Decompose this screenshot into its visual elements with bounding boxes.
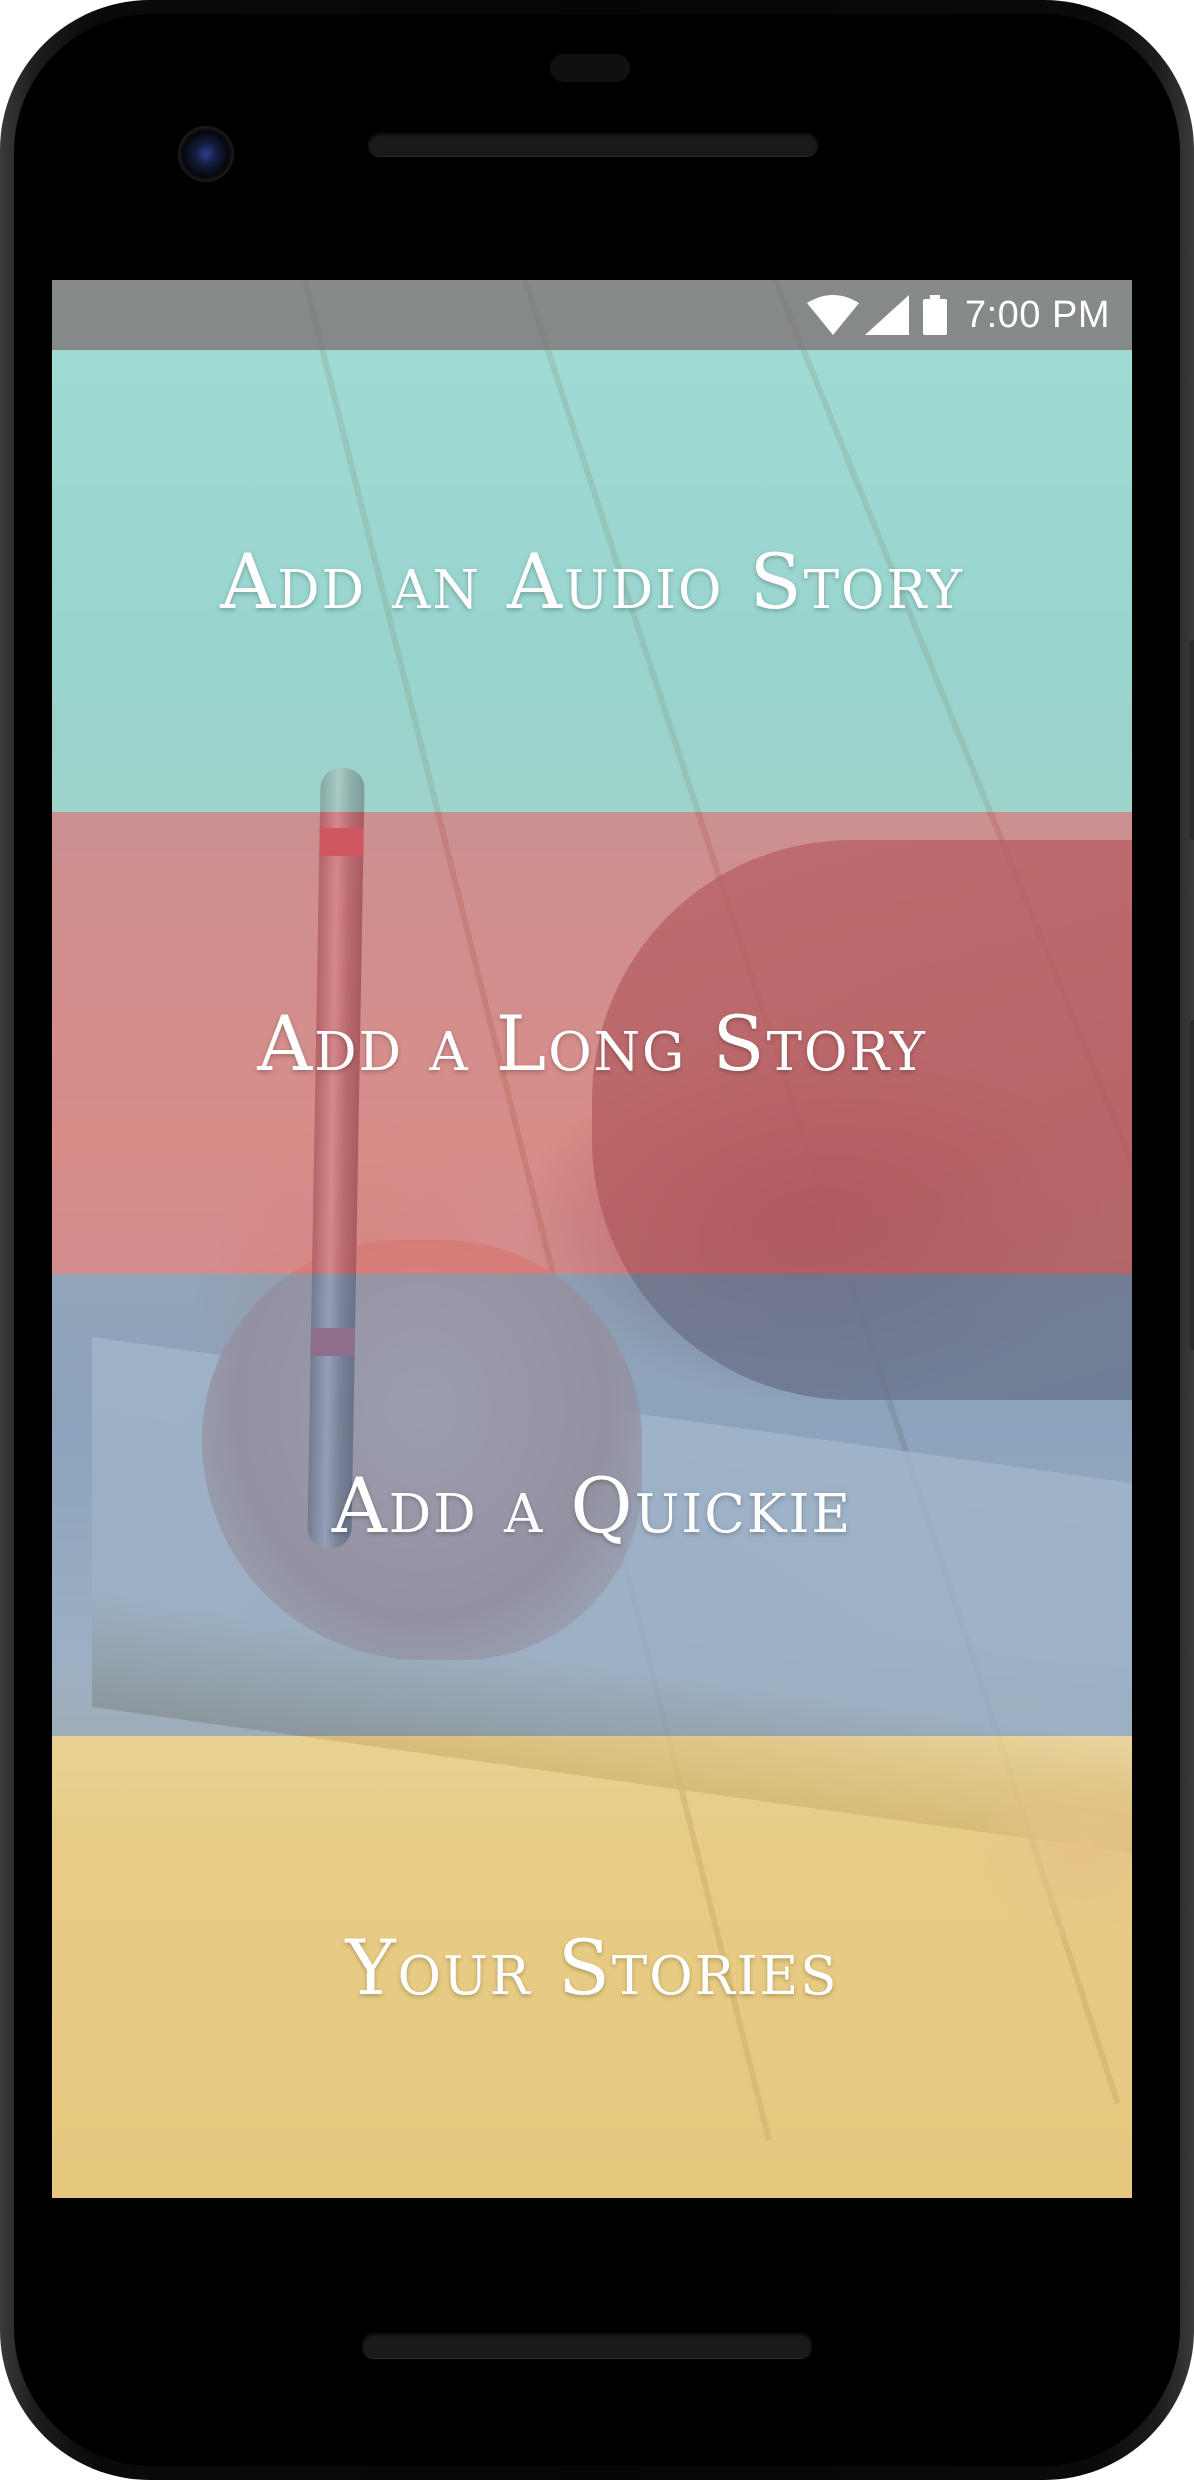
add-quickie-button[interactable]: Add a Quickie: [52, 1274, 1132, 1736]
status-bar: 7:00 PM: [52, 280, 1132, 350]
battery-icon: [922, 295, 947, 335]
volume-button: [1190, 640, 1194, 840]
status-time: 7:00 PM: [964, 293, 1110, 336]
add-long-story-button[interactable]: Add a Long Story: [52, 812, 1132, 1274]
your-stories-label: Your Stories: [345, 1922, 839, 2012]
app-screen: 7:00 PM Add an Audio Story Add a Long St…: [52, 280, 1132, 2198]
main-menu: Add an Audio Story Add a Long Story Add …: [52, 350, 1132, 2198]
add-quickie-label: Add a Quickie: [331, 1460, 853, 1550]
add-audio-story-label: Add an Audio Story: [220, 536, 964, 626]
add-audio-story-button[interactable]: Add an Audio Story: [52, 350, 1132, 812]
front-camera-icon: [178, 126, 234, 182]
power-button: [1190, 1020, 1194, 1350]
your-stories-button[interactable]: Your Stories: [52, 1736, 1132, 2198]
top-speaker: [368, 132, 818, 156]
signal-icon: [864, 295, 909, 335]
proximity-sensor: [550, 54, 630, 82]
wifi-icon: [806, 295, 859, 335]
add-long-story-label: Add a Long Story: [257, 998, 927, 1088]
phone-frame: 7:00 PM Add an Audio Story Add a Long St…: [0, 0, 1194, 2480]
bottom-speaker: [362, 2332, 812, 2358]
status-icons: 7:00 PM: [806, 280, 1110, 350]
